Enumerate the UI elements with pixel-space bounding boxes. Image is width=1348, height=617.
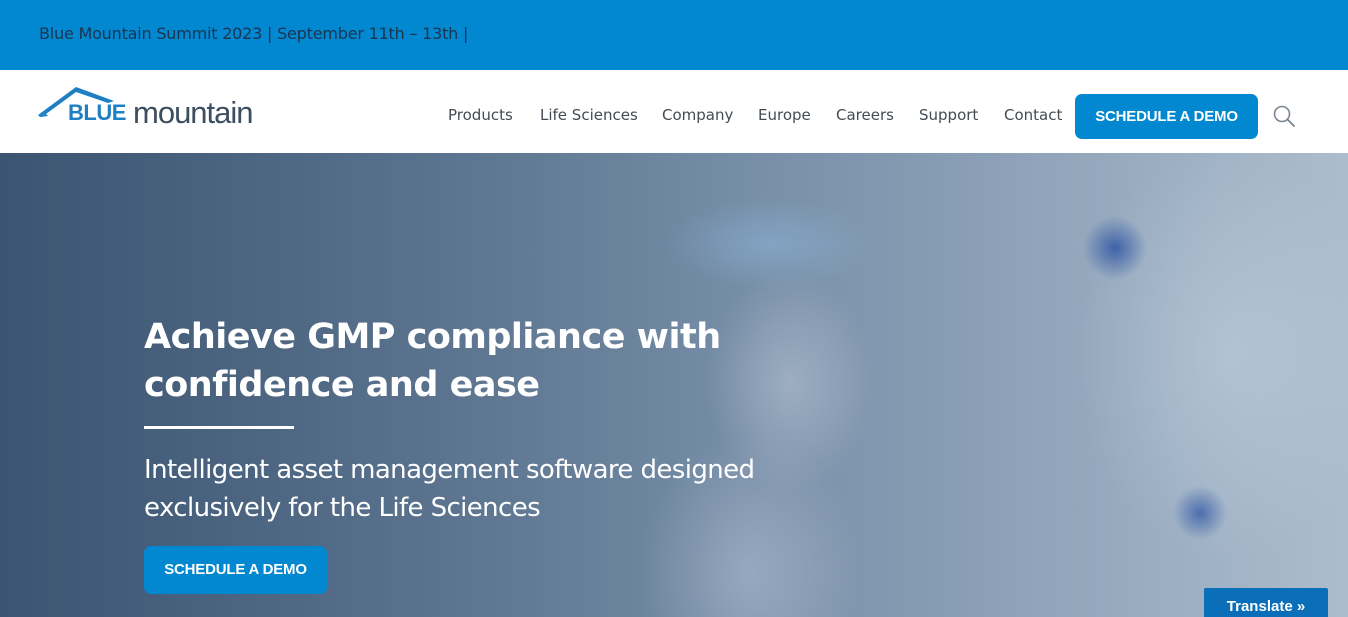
hero-title: Achieve GMP compliance with confidence a…: [144, 317, 721, 405]
nav-item-careers[interactable]: Careers: [836, 106, 894, 124]
nav-item-products[interactable]: Products: [448, 106, 513, 124]
search-icon[interactable]: [1272, 104, 1296, 128]
hero-section: Achieve GMP compliance with confidence a…: [0, 153, 1348, 617]
hero-schedule-demo-button[interactable]: SCHEDULE A DEMO: [144, 546, 327, 594]
translate-button[interactable]: Translate »: [1204, 588, 1328, 617]
site-header: BLUE mountain Products Life Sciences Com…: [0, 70, 1348, 153]
hero-divider: [144, 426, 294, 429]
announcement-text: Blue Mountain Summit 2023 | September 11…: [39, 24, 469, 43]
hero-subtitle: Intelligent asset management software de…: [144, 455, 755, 523]
nav-item-europe[interactable]: Europe: [758, 106, 811, 124]
nav-item-support[interactable]: Support: [919, 106, 978, 124]
announcement-bar: Blue Mountain Summit 2023 | September 11…: [0, 0, 1348, 70]
nav-item-contact[interactable]: Contact: [1004, 106, 1062, 124]
nav-item-life-sciences[interactable]: Life Sciences: [540, 106, 638, 124]
schedule-demo-button[interactable]: SCHEDULE A DEMO: [1075, 94, 1258, 139]
nav-item-company[interactable]: Company: [662, 106, 733, 124]
